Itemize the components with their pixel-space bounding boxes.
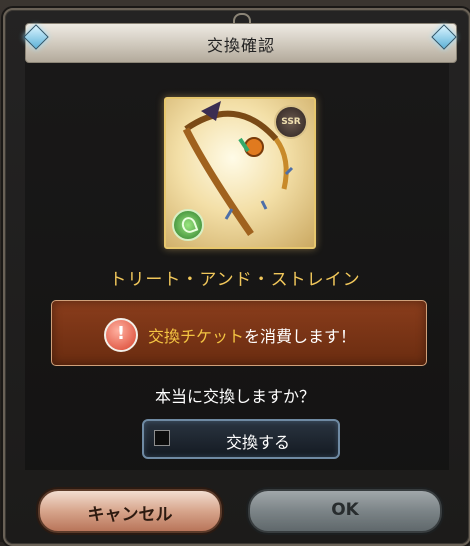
ok-button-label: OK <box>331 500 359 520</box>
rarity-badge: SSR <box>274 105 308 139</box>
notice-rest: を消費します！ <box>244 327 357 346</box>
warning-icon: ! <box>104 318 138 352</box>
notice-text: 交換チケットを消費します！ <box>148 323 356 347</box>
confirm-question: 本当に交換しますか？ <box>154 387 315 406</box>
dialog-title: 交換確認 <box>206 36 275 55</box>
item-image: SSR <box>164 97 316 249</box>
cancel-button-label: キャンセル <box>87 505 173 525</box>
consume-notice: ! 交換チケットを消費します！ <box>51 300 427 366</box>
cancel-button[interactable]: キャンセル <box>38 489 222 533</box>
checkbox-icon[interactable] <box>154 430 170 446</box>
dialog-header: 交換確認 <box>25 23 457 63</box>
exchange-button[interactable]: 交換する <box>142 419 340 459</box>
ok-button[interactable]: OK <box>248 489 442 533</box>
item-name: トリート・アンド・ストレイン <box>109 270 361 290</box>
wind-element-icon <box>172 209 204 241</box>
exchange-button-label: 交換する <box>225 433 290 452</box>
ticket-highlight: 交換チケット <box>148 327 245 346</box>
